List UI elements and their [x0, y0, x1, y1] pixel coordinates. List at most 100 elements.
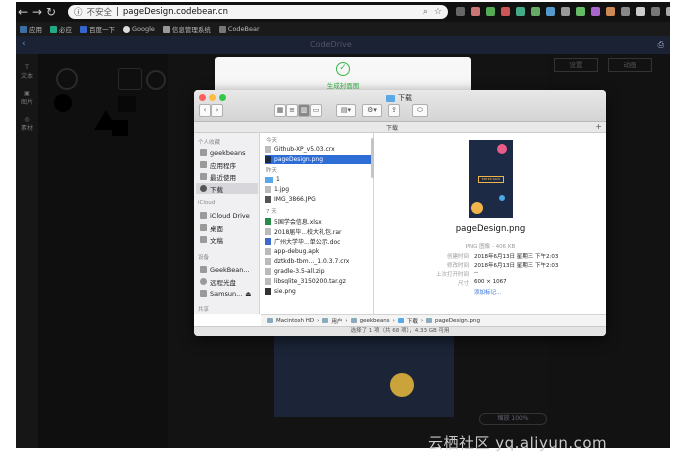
list-item[interactable]: 1 [265, 175, 371, 184]
group-button[interactable]: ▤▾ [336, 104, 356, 117]
sidebar-item-downloads[interactable]: 下载 [196, 183, 258, 194]
address-bar[interactable]: ⓘ 不安全 | pageDesign.codebear.cn ⌕ ☆ [68, 5, 448, 19]
list-item[interactable]: 广州大学毕...单公示.doc [265, 237, 371, 246]
list-item[interactable]: IMG_3866.JPG [265, 195, 371, 204]
minimize-icon[interactable] [209, 94, 216, 101]
extension-icon[interactable] [636, 7, 645, 16]
list-view-button[interactable]: ≡ [286, 104, 298, 117]
search-icon[interactable]: ⌕ [423, 7, 428, 17]
preview-file-kind: PNG 图像 - 406 KB [465, 244, 516, 250]
folder-icon [265, 176, 273, 183]
extension-icon[interactable] [666, 7, 670, 16]
list-item[interactable]: 2018届毕...校大礼包.rar [265, 227, 371, 236]
list-item[interactable]: 5国学会信息.xlsx [265, 217, 371, 226]
meta-tags: 添加标记... [431, 288, 601, 296]
action-gear-icon[interactable]: ⚙▾ [362, 104, 382, 117]
text-tool[interactable]: T 文本 [16, 64, 38, 80]
star-icon[interactable]: ☆ [434, 7, 442, 17]
canvas-page-preview[interactable] [274, 332, 454, 417]
list-item-selected[interactable]: pageDesign.png [265, 155, 371, 164]
extension-icon[interactable] [456, 7, 465, 16]
add-icon[interactable]: + [595, 122, 602, 131]
extension-icon[interactable] [591, 7, 600, 16]
eject-icon[interactable]: ⏏ [245, 290, 251, 298]
share-icon[interactable]: ⇪ [388, 104, 400, 117]
extension-icon[interactable] [486, 7, 495, 16]
forward-button[interactable]: › [211, 104, 223, 117]
extension-icon[interactable] [561, 7, 570, 16]
sidebar-item[interactable]: 文稿 [200, 234, 223, 245]
column-view-button[interactable]: ▥ [298, 104, 310, 117]
bookmark[interactable]: 应用 [20, 24, 42, 34]
extension-icon[interactable] [516, 7, 525, 16]
path-segment[interactable]: pageDesign.png [435, 318, 480, 324]
bookmark[interactable]: CodeBear [218, 25, 260, 33]
sidebar-item[interactable]: geekbeans [200, 147, 246, 158]
ring-shape[interactable] [146, 70, 166, 90]
sidebar-item[interactable]: iCloud Drive [200, 210, 250, 221]
material-tool[interactable]: ◎ 素材 [16, 116, 38, 132]
list-item[interactable]: 1.jpg [265, 185, 371, 194]
extension-icon[interactable] [651, 7, 660, 16]
bookmark[interactable]: 百度一下 [80, 24, 115, 34]
path-segment[interactable]: 下载 [407, 317, 418, 325]
path-segment[interactable]: geekbeans [360, 318, 390, 324]
tag-icon[interactable]: ⬭ [412, 104, 428, 117]
zoom-icon[interactable] [219, 94, 226, 101]
list-item[interactable]: dztkdb-tbm..._1.0.3.7.crx [265, 257, 371, 266]
bookmark[interactable]: Google [123, 25, 155, 33]
extension-icon[interactable] [531, 7, 540, 16]
disk-icon [267, 318, 273, 323]
reload-icon[interactable]: ↻ [44, 5, 58, 19]
back-button[interactable]: ‹ [199, 104, 211, 117]
bing-icon [50, 25, 57, 33]
circle-shape[interactable] [54, 94, 72, 112]
back-arrow-icon[interactable]: ← [16, 5, 30, 19]
path-segment[interactable]: Macintosh HD [276, 318, 314, 324]
extension-icon[interactable] [546, 7, 555, 16]
icon-view-button[interactable]: ▦ [274, 104, 286, 117]
preview-pane: ENTER NOW pageDesign.png PNG 图像 - 406 KB… [375, 133, 606, 314]
sidebar-item[interactable]: 桌面 [200, 222, 223, 233]
black-square-shape[interactable] [112, 120, 128, 136]
sidebar-item[interactable]: 应用程序 [200, 159, 236, 170]
sidebar-item[interactable]: 最近使用 [200, 171, 236, 182]
bookmark[interactable]: 必应 [50, 24, 72, 34]
extension-icon[interactable] [606, 7, 615, 16]
square-shape[interactable] [118, 96, 136, 112]
tab-animation[interactable]: 动画 [608, 58, 652, 72]
back-icon[interactable]: ‹ [22, 39, 26, 49]
circle-outline-shape[interactable] [56, 68, 78, 90]
list-item[interactable]: sie.png [265, 287, 371, 296]
extension-icon[interactable] [576, 7, 585, 16]
sidebar-item[interactable]: Samsun... ⏏ [200, 288, 251, 299]
list-item[interactable]: Github-XP_v5.03.crx [265, 145, 371, 154]
list-item[interactable]: app-debug.apk [265, 247, 371, 256]
list-item[interactable]: gradle-3.5-all.zip [265, 267, 371, 276]
security-label: 不安全 [86, 8, 113, 18]
tool-rail: T 文本 ▣ 图片 ◎ 素材 [16, 54, 38, 448]
disc-icon [200, 278, 207, 285]
gallery-view-button[interactable]: ▭ [310, 104, 322, 117]
forward-arrow-icon[interactable]: → [30, 5, 44, 19]
file-list: 今天 Github-XP_v5.03.crx pageDesign.png 昨天… [261, 133, 374, 314]
tab-settings[interactable]: 设置 [554, 58, 598, 72]
zoom-control[interactable]: 缩放 100% [479, 413, 547, 425]
rounded-rect-shape[interactable] [118, 68, 142, 90]
sidebar-item[interactable]: GeekBean... [200, 264, 250, 275]
scrollbar[interactable] [371, 138, 374, 178]
extension-icon[interactable] [621, 7, 630, 16]
info-icon[interactable]: ⓘ [74, 6, 83, 18]
recents-icon [200, 173, 207, 180]
image-tool[interactable]: ▣ 图片 [16, 90, 38, 106]
path-segment[interactable]: 用户 [331, 317, 342, 325]
url-text: pageDesign.codebear.cn [122, 7, 228, 17]
add-tags-link[interactable]: 添加标记... [474, 288, 501, 296]
extension-icon[interactable] [501, 7, 510, 16]
extension-icon[interactable] [471, 7, 480, 16]
close-icon[interactable] [199, 94, 206, 101]
sidebar-item[interactable]: 远程光盘 [200, 276, 236, 287]
list-item[interactable]: libsqlite_3150200.tar.gz [265, 277, 371, 286]
save-icon[interactable]: ⎙ [658, 40, 664, 50]
bookmark[interactable]: 信息管理系统 [162, 24, 211, 34]
